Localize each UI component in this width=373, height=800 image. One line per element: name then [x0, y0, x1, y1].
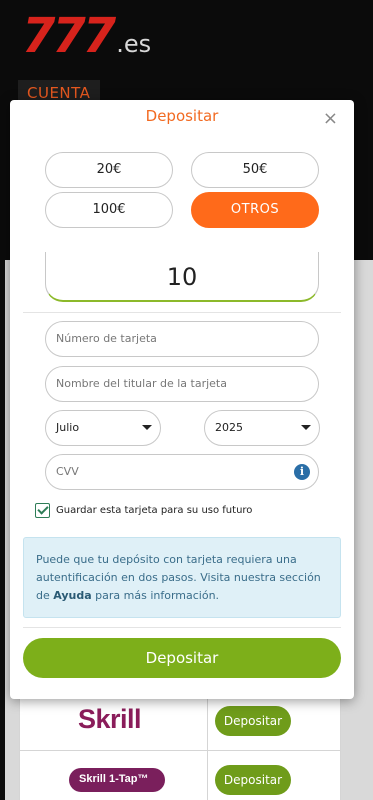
expiry-year-value: 2025 — [215, 421, 243, 434]
divider — [23, 312, 341, 313]
amount-input[interactable]: 10 — [45, 252, 319, 302]
amount-option-20[interactable]: 20€ — [45, 152, 173, 188]
save-card-label: Guardar esta tarjeta para su uso futuro — [56, 505, 253, 516]
amount-option-otros[interactable]: OTROS — [191, 192, 319, 228]
save-card-row[interactable]: Guardar esta tarjeta para su uso futuro — [35, 503, 252, 518]
expiry-year-select[interactable]: 2025 — [204, 410, 320, 446]
info-icon[interactable]: i — [294, 464, 310, 480]
notice-text-end: para más información. — [91, 589, 220, 602]
site-logo[interactable]: 777 .es — [22, 8, 151, 64]
cvv-placeholder: CVV — [56, 465, 79, 478]
divider — [23, 627, 341, 628]
two-step-auth-notice: Puede que tu depósito con tarjeta requie… — [23, 537, 341, 618]
save-card-checkbox[interactable] — [35, 503, 50, 518]
close-icon[interactable]: × — [323, 110, 338, 128]
cvv-field[interactable]: CVV i — [45, 454, 319, 490]
skrill-1tap-logo: Skrill 1-Tap™ — [69, 768, 165, 792]
help-link[interactable]: Ayuda — [53, 589, 91, 602]
logo-domain: .es — [116, 30, 152, 58]
logo-number: 777 — [22, 8, 116, 64]
modal-title: Depositar — [145, 107, 219, 125]
deposit-button[interactable]: Depositar — [23, 638, 341, 678]
skrill-1tap-deposit-button[interactable]: Depositar — [215, 765, 291, 795]
amount-option-100[interactable]: 100€ — [45, 192, 173, 228]
skrill-deposit-button[interactable]: Depositar — [215, 706, 291, 736]
card-number-field[interactable]: Número de tarjeta — [45, 321, 319, 357]
skrill-logo: Skrill — [78, 704, 142, 734]
expiry-month-value: Julio — [56, 421, 80, 434]
column-divider — [207, 698, 208, 800]
deposit-modal: Depositar × 20€ 50€ 100€ OTROS 10 Número… — [10, 100, 354, 699]
card-holder-field[interactable]: Nombre del titular de la tarjeta — [45, 366, 319, 402]
row-divider — [20, 750, 340, 751]
amount-option-50[interactable]: 50€ — [191, 152, 319, 188]
caret-down-icon — [301, 425, 311, 430]
caret-down-icon — [142, 425, 152, 430]
payment-methods-table: Skrill Depositar Skrill 1-Tap™ Depositar — [19, 698, 341, 800]
expiry-month-select[interactable]: Julio — [45, 410, 161, 446]
